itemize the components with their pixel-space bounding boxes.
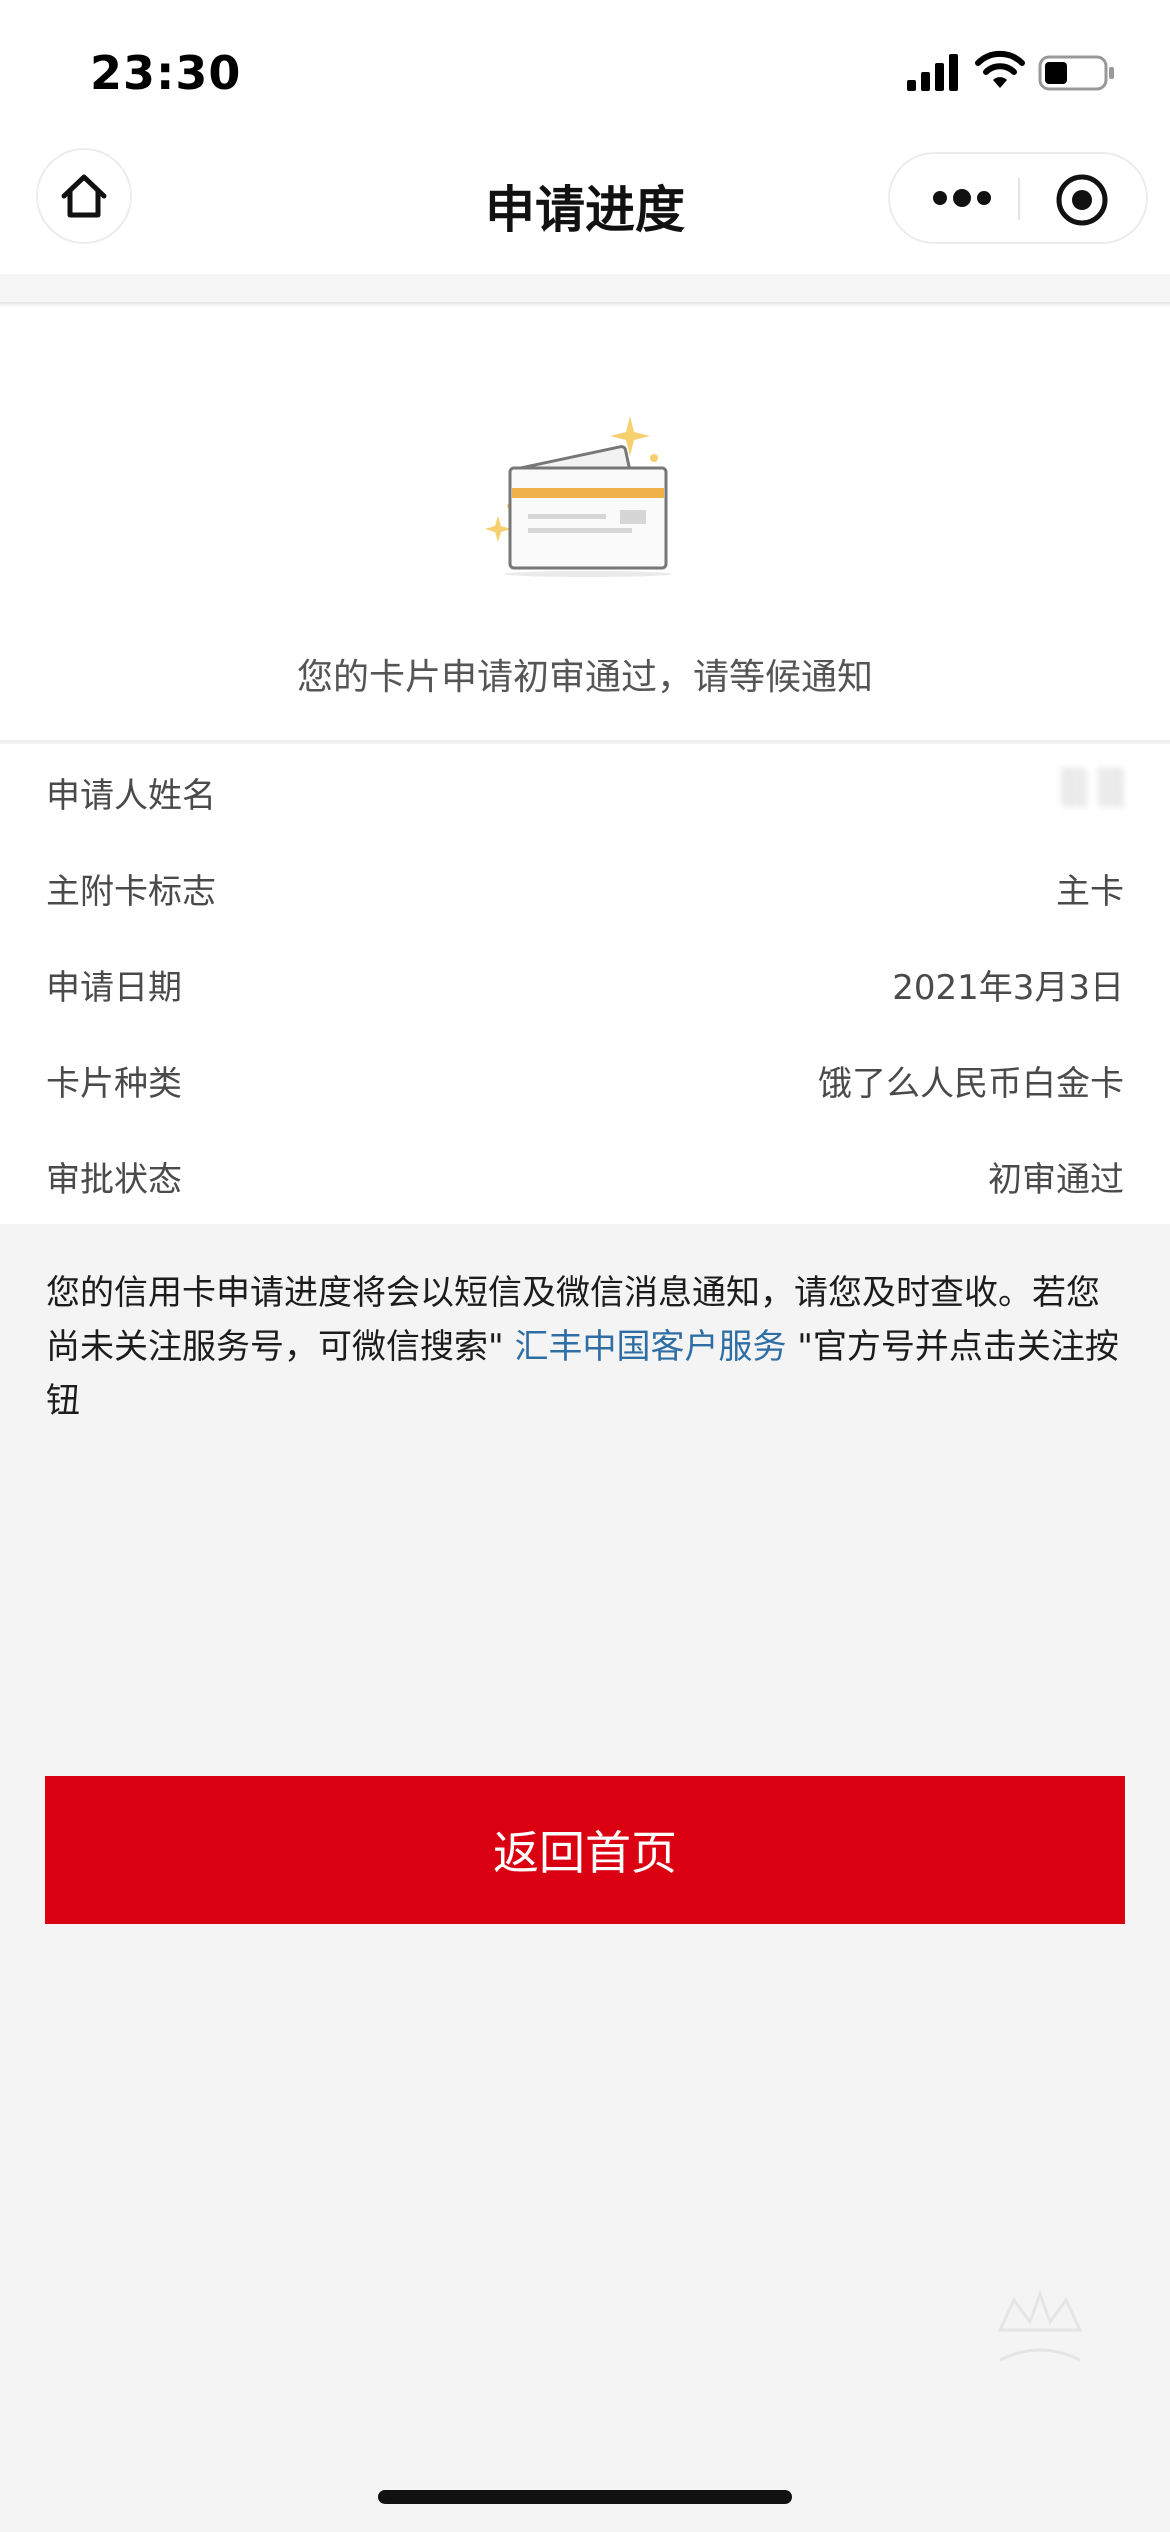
application-info-list: 申请人姓名 ▒ ▒ 主附卡标志 主卡 申请日期 2021年3月3日 卡片种类 饿… bbox=[0, 744, 1170, 1224]
navigation-bar: 申请进度 bbox=[0, 140, 1170, 274]
info-row-card-type-flag: 主附卡标志 主卡 bbox=[0, 840, 1170, 936]
info-label: 卡片种类 bbox=[46, 1064, 182, 1104]
battery-icon bbox=[1038, 55, 1114, 91]
info-label: 审批状态 bbox=[46, 1160, 182, 1200]
status-hero: 您的卡片申请初审通过，请等候通知 bbox=[0, 306, 1170, 742]
signal-icon bbox=[907, 54, 958, 91]
watermark-crown-icon bbox=[997, 2289, 1083, 2362]
info-row-approval-status: 审批状态 初审通过 bbox=[0, 1128, 1170, 1224]
info-value: 2021年3月3日 bbox=[892, 968, 1124, 1008]
info-value: 饿了么人民币白金卡 bbox=[818, 1064, 1124, 1104]
info-row-application-date: 申请日期 2021年3月3日 bbox=[0, 936, 1170, 1032]
close-button[interactable] bbox=[1054, 172, 1110, 228]
credit-card-illustration bbox=[485, 416, 672, 577]
service-account-link[interactable]: 汇丰中国客户服务 bbox=[514, 1327, 786, 1367]
target-close-icon bbox=[1056, 174, 1108, 226]
status-time: 23:30 bbox=[90, 46, 242, 100]
info-value: 初审通过 bbox=[988, 1160, 1124, 1200]
info-label: 申请日期 bbox=[46, 968, 182, 1008]
info-row-card-category: 卡片种类 饿了么人民币白金卡 bbox=[0, 1032, 1170, 1128]
info-value: 主卡 bbox=[1056, 872, 1124, 912]
status-bar: 23:30 bbox=[0, 0, 1170, 140]
back-home-button[interactable]: 返回首页 bbox=[45, 1776, 1125, 1924]
info-label: 申请人姓名 bbox=[46, 776, 216, 816]
wifi-icon bbox=[975, 50, 1025, 88]
status-message: 您的卡片申请初审通过，请等候通知 bbox=[296, 657, 873, 698]
app-screen: 23:30 申请进度 您的卡片申请初审通过，请等候通知 申请人姓名 ▒ ▒ 主附… bbox=[0, 0, 1170, 2532]
more-dots-icon bbox=[933, 189, 991, 207]
nav-separator bbox=[0, 274, 1170, 304]
capsule-divider bbox=[1018, 178, 1020, 220]
notice-text: 您的信用卡申请进度将会以短信及微信消息通知，请您及时查收。若您尚未关注服务号，可… bbox=[46, 1266, 1126, 1428]
more-button[interactable] bbox=[930, 178, 994, 218]
home-indicator bbox=[378, 2490, 792, 2504]
info-row-applicant-name: 申请人姓名 ▒ ▒ bbox=[0, 744, 1170, 840]
info-value: ▒ ▒ bbox=[1060, 768, 1124, 808]
info-label: 主附卡标志 bbox=[46, 872, 216, 912]
mini-program-capsule bbox=[888, 152, 1148, 244]
